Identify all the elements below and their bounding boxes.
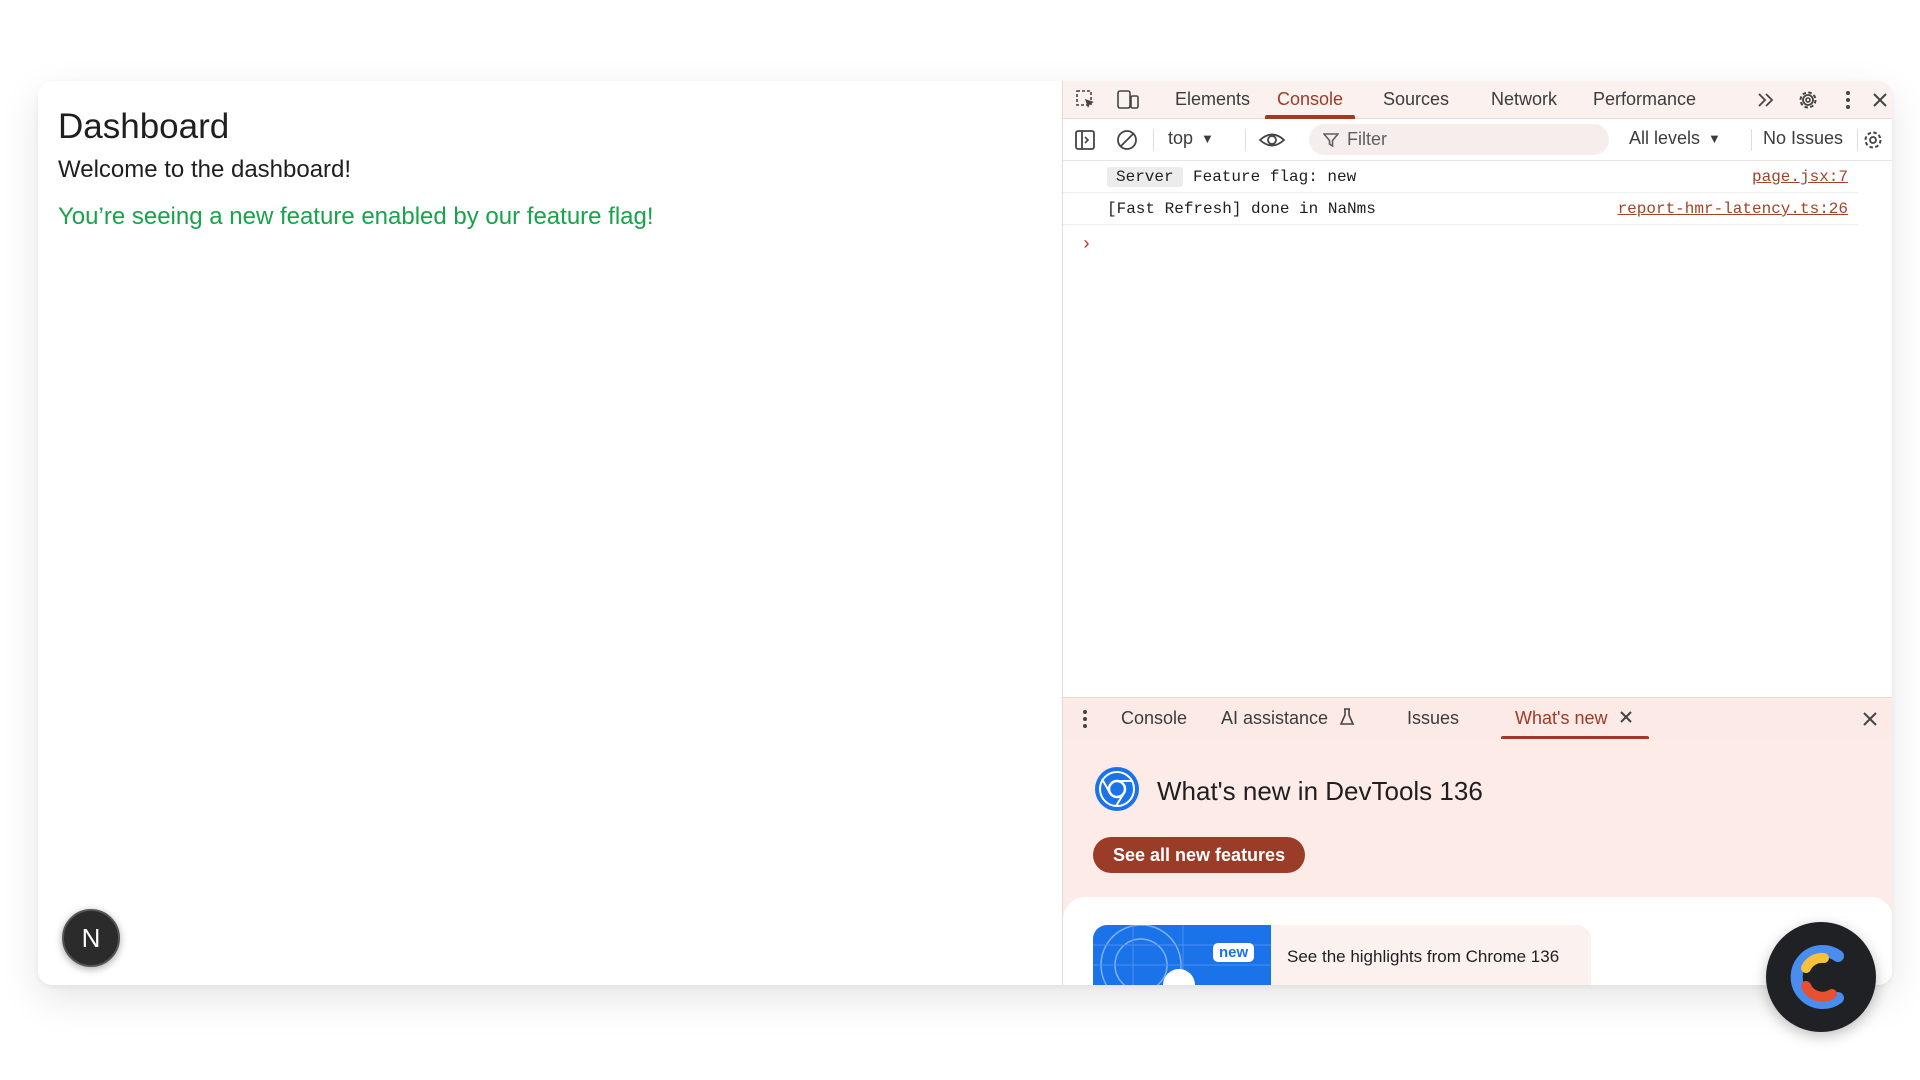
page-title: Dashboard (58, 107, 230, 146)
console-prompt[interactable]: › (1081, 235, 1092, 255)
inspect-element-icon[interactable] (1073, 87, 1099, 113)
tab-performance[interactable]: Performance (1593, 89, 1696, 119)
see-all-features-button[interactable]: See all new features (1093, 837, 1306, 873)
filter-funnel-icon (1323, 132, 1339, 147)
drawer-tab-ai-assistance[interactable]: AI assistance (1221, 708, 1355, 740)
floating-app-logo-icon[interactable] (1766, 922, 1876, 1032)
tab-sources[interactable]: Sources (1383, 89, 1449, 119)
filter-placeholder: Filter (1347, 129, 1387, 149)
close-drawer-icon[interactable] (1861, 710, 1879, 742)
log-message: [Fast Refresh] done in NaNms (1107, 200, 1376, 218)
console-output: Server Feature flag: new page.jsx:7 [Fas… (1063, 161, 1892, 697)
chevron-down-icon: ▼ (1201, 131, 1214, 146)
log-levels-label: All levels (1629, 128, 1701, 148)
drawer-menu-icon[interactable] (1081, 708, 1089, 740)
feature-flag-message: You’re seeing a new feature enabled by o… (58, 203, 654, 230)
log-message: Feature flag: new (1193, 168, 1357, 186)
log-source-link[interactable]: report-hmr-latency.ts:26 (1618, 200, 1848, 218)
live-expression-eye-icon[interactable] (1258, 128, 1286, 152)
experimental-flask-icon (1339, 708, 1355, 725)
log-source-link[interactable]: page.jsx:7 (1752, 168, 1848, 186)
log-levels-dropdown[interactable]: All levels ▼ (1629, 128, 1721, 149)
device-toolbar-icon[interactable] (1115, 87, 1141, 113)
highlights-card[interactable]: new See the highlights from Chrome 136 (1093, 925, 1591, 985)
tab-elements[interactable]: Elements (1175, 89, 1250, 119)
chevron-down-icon: ▼ (1708, 131, 1721, 146)
drawer-tab-ai-label: AI assistance (1221, 708, 1329, 728)
console-log-row: [Fast Refresh] done in NaNms report-hmr-… (1063, 193, 1858, 225)
sidebar-toggle-icon[interactable] (1073, 128, 1097, 152)
devtools-panel: Elements Console Sources Network Perform… (1062, 81, 1892, 985)
context-label: top (1168, 128, 1194, 148)
tab-network[interactable]: Network (1491, 89, 1557, 119)
drawer-tab-console[interactable]: Console (1121, 708, 1187, 740)
new-badge: new (1213, 943, 1255, 962)
chrome-devtools-logo-icon (1093, 765, 1141, 813)
close-devtools-icon[interactable] (1867, 87, 1892, 113)
drawer-tab-whats-new[interactable]: What's new (1501, 708, 1648, 740)
issues-counter[interactable]: No Issues (1763, 128, 1843, 149)
drawer-tabbar: Console AI assistance Issues What's new (1063, 697, 1892, 742)
whats-new-title: What's new in DevTools 136 (1157, 776, 1483, 806)
page-viewport: Dashboard Welcome to the dashboard! You’… (38, 81, 1062, 985)
drawer-tab-whats-new-label: What's new (1515, 708, 1608, 728)
context-selector[interactable]: top ▼ (1168, 128, 1214, 149)
tab-console[interactable]: Console (1264, 89, 1356, 119)
browser-window: Dashboard Welcome to the dashboard! You’… (38, 81, 1892, 985)
server-badge: Server (1107, 167, 1183, 187)
console-settings-gear-icon[interactable] (1861, 128, 1885, 152)
kebab-menu-icon[interactable] (1835, 87, 1861, 113)
settings-gear-icon[interactable] (1795, 87, 1821, 113)
nextjs-dev-badge[interactable]: N (62, 909, 120, 967)
console-toolbar: top ▼ Filter All levels ▼ No Issues (1063, 119, 1892, 161)
drawer-tab-issues[interactable]: Issues (1407, 708, 1459, 740)
console-filter-input[interactable]: Filter (1309, 124, 1609, 155)
console-log-row: Server Feature flag: new page.jsx:7 (1063, 161, 1858, 193)
highlights-card-text: See the highlights from Chrome 136 (1287, 947, 1560, 966)
close-tab-icon[interactable] (1619, 710, 1633, 724)
welcome-text: Welcome to the dashboard! (58, 156, 352, 183)
clear-console-icon[interactable] (1115, 128, 1139, 152)
devtools-tabbar: Elements Console Sources Network Perform… (1063, 81, 1892, 119)
more-tabs-icon[interactable] (1753, 87, 1779, 113)
highlights-thumbnail: new (1093, 925, 1271, 985)
